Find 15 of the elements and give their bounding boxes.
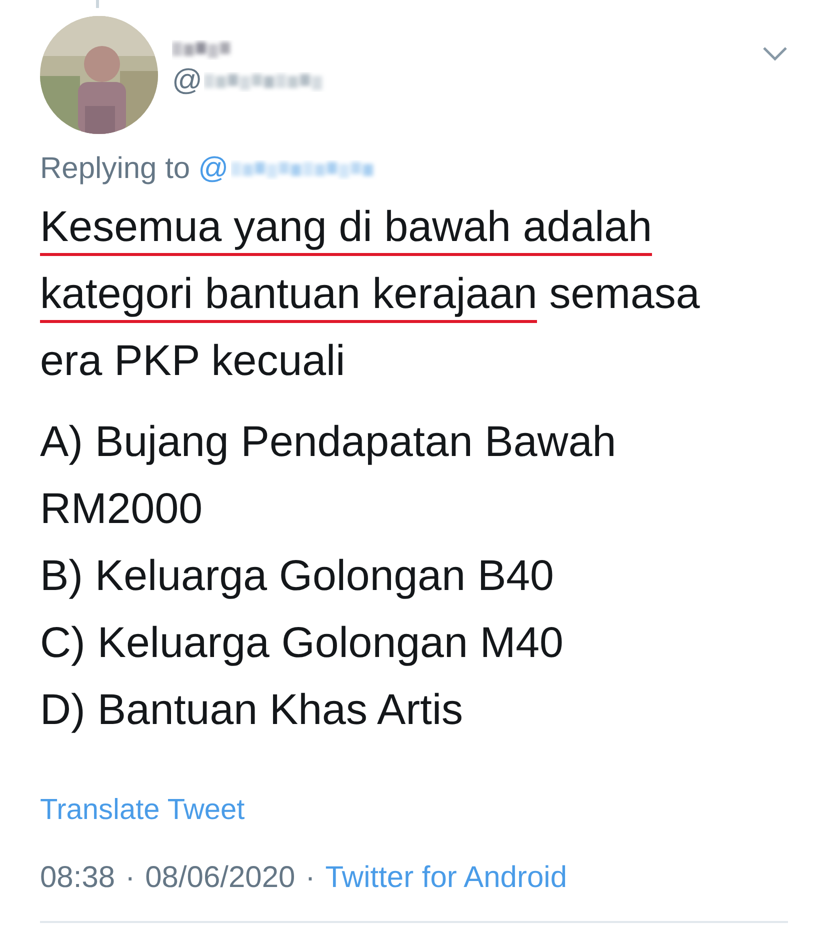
answer-option: D) Bantuan Khas Artis [40,677,788,744]
translate-link[interactable]: Translate Tweet [40,794,245,827]
replying-to-label: Replying to [40,152,190,186]
chevron-down-icon[interactable] [762,46,788,62]
source-link[interactable]: Twitter for Android [325,861,568,895]
separator-dot: · [125,861,136,895]
tweet-time: 08:38 [40,861,116,895]
handle-prefix: @ [172,64,202,98]
answer-option: B) Keluarga Golongan B40 [40,543,788,610]
mention-prefix[interactable]: @ [198,152,229,186]
answer-option: C) Keluarga Golongan M40 [40,610,788,677]
answer-option: A) Bujang Pendapatan Bawah RM2000 [40,409,788,543]
separator-dot: · [305,861,316,895]
tweet-text: Kesemua yang di bawah adalah kategori bantuan kerajaan semasa era PKP kecuali [40,200,701,387]
tweet-date: 08/06/2020 [145,861,296,895]
